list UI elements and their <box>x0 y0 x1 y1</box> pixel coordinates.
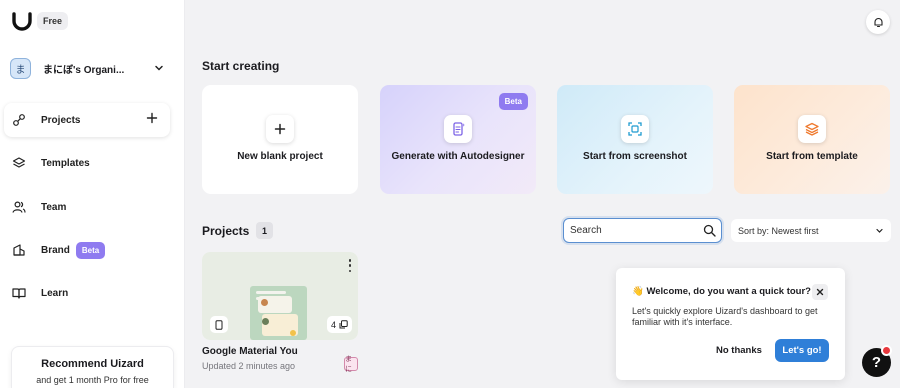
start-from-screenshot-card[interactable]: Start from screenshot <box>557 85 713 194</box>
screens-count-value: 4 <box>330 319 336 330</box>
chevron-down-icon <box>876 228 883 233</box>
sidebar-item-templates[interactable]: Templates <box>4 146 170 180</box>
search-field[interactable] <box>563 218 722 243</box>
chevron-down-icon <box>155 65 163 71</box>
quick-tour-popup: 👋 Welcome, do you want a quick tour? Let… <box>616 268 845 380</box>
project-card[interactable]: 4 <box>202 252 358 340</box>
sidebar: Free ま まにぼ's Organi... Projects Template… <box>0 0 185 388</box>
beta-badge: Beta <box>498 93 528 110</box>
card-label: Start from screenshot <box>583 151 687 162</box>
screenshot-icon <box>621 115 649 143</box>
search-icon[interactable] <box>703 224 716 237</box>
card-label: Start from template <box>766 151 858 162</box>
recommend-subtitle: and get 1 month Pro for free <box>36 375 149 385</box>
search-input[interactable] <box>570 225 696 236</box>
generate-autodesigner-card[interactable]: Beta Generate with Autodesigner <box>380 85 536 194</box>
recommend-title: Recommend Uizard <box>41 358 144 370</box>
uizard-logo[interactable] <box>11 11 33 31</box>
bell-icon <box>873 17 883 27</box>
close-icon[interactable] <box>812 284 828 300</box>
projects-icon <box>12 113 26 127</box>
lets-go-button[interactable]: Let's go! <box>775 339 829 362</box>
tour-title: 👋 Welcome, do you want a quick tour? <box>632 286 811 297</box>
autodesigner-icon <box>444 115 472 143</box>
notification-dot <box>881 345 892 356</box>
sidebar-item-label: Projects <box>41 114 81 126</box>
sidebar-item-brand[interactable]: Brand Beta <box>4 233 170 267</box>
sort-label: Sort by: Newest first <box>738 225 819 236</box>
card-label: Generate with Autodesigner <box>391 151 525 162</box>
project-name[interactable]: Google Material You <box>202 346 298 357</box>
org-name: まにぼ's Organi... <box>43 64 125 76</box>
team-icon <box>12 200 26 214</box>
notifications-button[interactable] <box>866 10 890 34</box>
sidebar-item-label: Team <box>41 201 67 213</box>
project-updated: Updated 2 minutes ago <box>202 361 296 371</box>
mobile-device-icon <box>210 316 228 333</box>
more-options-icon[interactable] <box>348 259 352 272</box>
org-avatar: ま <box>10 57 31 79</box>
projects-count-badge: 1 <box>256 222 273 239</box>
sidebar-item-label: Brand <box>41 244 70 256</box>
sidebar-item-label: Learn <box>41 287 69 299</box>
screens-count: 4 <box>326 316 352 333</box>
layers-icon <box>12 156 26 170</box>
recommend-uizard-card[interactable]: Recommend Uizard and get 1 month Pro for… <box>11 346 174 388</box>
tour-body: Let's quickly explore Uizard's dashboard… <box>632 306 818 327</box>
brand-icon <box>12 243 26 257</box>
projects-title: Projects <box>202 224 250 238</box>
copy-icon <box>339 320 348 329</box>
start-from-template-card[interactable]: Start from template <box>734 85 890 194</box>
sidebar-item-label: Templates <box>41 157 90 169</box>
new-blank-project-card[interactable]: New blank project <box>202 85 358 194</box>
plan-badge: Free <box>37 12 69 30</box>
book-icon <box>12 286 26 300</box>
sidebar-item-projects[interactable]: Projects <box>4 103 170 137</box>
card-label: New blank project <box>237 151 323 162</box>
no-thanks-button[interactable]: No thanks <box>716 345 762 356</box>
owner-avatar: まに <box>344 356 358 373</box>
organization-switcher[interactable]: ま まにぼ's Organi... <box>10 57 170 79</box>
template-icon <box>798 115 826 143</box>
add-project-plus-icon[interactable] <box>146 112 158 124</box>
plus-icon <box>266 115 294 143</box>
sidebar-item-learn[interactable]: Learn <box>4 276 170 310</box>
start-creating-title: Start creating <box>202 59 280 73</box>
beta-badge: Beta <box>75 241 106 259</box>
sidebar-item-team[interactable]: Team <box>4 190 170 224</box>
sort-select[interactable]: Sort by: Newest first <box>731 219 891 242</box>
